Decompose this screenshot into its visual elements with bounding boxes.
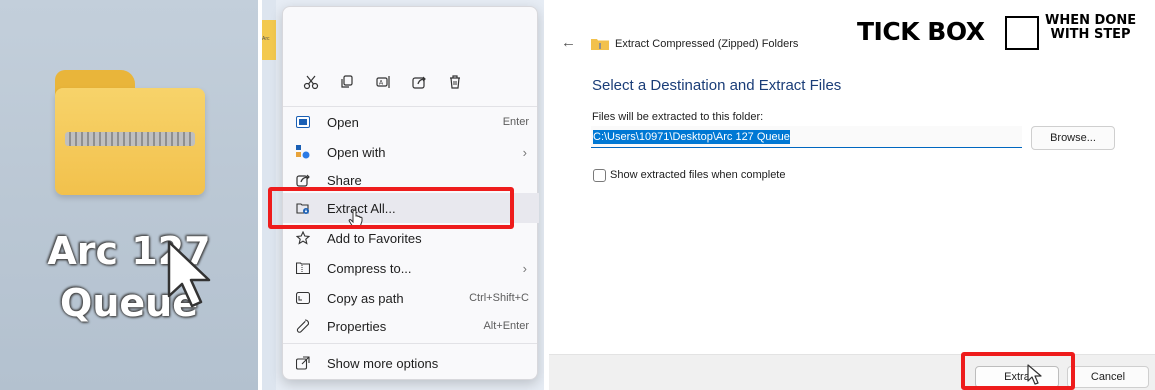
tick-box-instruction-line2: WITH STEP: [1050, 27, 1131, 42]
compress-icon: [291, 259, 315, 277]
menu-item-label: Open: [327, 114, 359, 130]
quick-actions-bar: A: [293, 69, 473, 95]
menu-item-shortcut: Enter: [502, 116, 529, 128]
menu-item-properties[interactable]: Properties Alt+Enter: [283, 311, 539, 341]
extract-dialog-panel: ← Extract Compressed (Zipped) Folders TI…: [549, 0, 1155, 390]
open-with-icon: [291, 143, 315, 161]
rename-icon[interactable]: A: [365, 69, 401, 95]
menu-item-shortcut: Alt+Enter: [483, 320, 529, 332]
menu-item-label: Properties: [327, 318, 387, 334]
zip-folder-small-icon: [591, 39, 609, 50]
menu-item-open-with[interactable]: Open with ›: [283, 137, 539, 167]
show-files-checkbox-label: Show extracted files when complete: [610, 169, 786, 181]
destination-path-value: C:\Users\10971\Desktop\Arc 127 Queue: [593, 129, 790, 144]
destination-label: Files will be extracted to this folder:: [592, 111, 764, 123]
menu-item-show-more-options[interactable]: Show more options: [283, 348, 539, 378]
menu-item-label: Copy as path: [327, 290, 404, 306]
dialog-title: Extract Compressed (Zipped) Folders: [615, 38, 799, 50]
desktop-icon-label-line2: Queue: [60, 281, 198, 325]
back-arrow-icon[interactable]: ←: [561, 34, 576, 51]
dialog-heading: Select a Destination and Extract Files: [592, 77, 842, 94]
menu-item-compress-to[interactable]: Compress to... ›: [283, 253, 539, 283]
tick-box-instruction-line1: WHEN DONE: [1045, 13, 1137, 28]
tick-box-instruction: WHEN DONE WITH STEP: [1045, 14, 1136, 42]
extract-all-highlight: [268, 187, 514, 229]
delete-icon[interactable]: [437, 69, 473, 95]
tutorial-screenshot: Arc 127 Queue Arc A Open Enter Open with…: [0, 0, 1155, 390]
more-options-icon: [291, 354, 315, 372]
share-icon[interactable]: [401, 69, 437, 95]
menu-item-copy-as-path[interactable]: Copy as path Ctrl+Shift+C: [283, 283, 539, 313]
menu-item-open[interactable]: Open Enter: [283, 107, 539, 137]
menu-item-shortcut: Ctrl+Shift+C: [469, 292, 529, 304]
properties-icon: [291, 317, 315, 335]
menu-item-label: Compress to...: [327, 260, 412, 276]
zip-folder-icon[interactable]: [55, 70, 205, 195]
menu-separator: [283, 343, 537, 344]
menu-item-label: Open with: [327, 144, 386, 160]
star-icon: [291, 229, 315, 247]
extract-button-highlight: [961, 352, 1075, 390]
destination-path-input[interactable]: C:\Users\10971\Desktop\Arc 127 Queue: [591, 126, 1022, 148]
copy-icon[interactable]: [329, 69, 365, 95]
folder-thumbnail-label: Arc: [262, 36, 270, 42]
menu-item-label: Share: [327, 172, 362, 188]
submenu-arrow-icon: ›: [522, 260, 527, 276]
menu-item-label: Add to Favorites: [327, 230, 422, 246]
submenu-arrow-icon: ›: [522, 144, 527, 160]
show-files-checkbox[interactable]: [593, 169, 606, 182]
menu-item-label: Show more options: [327, 355, 439, 371]
tick-box-label: TICK BOX: [857, 17, 985, 46]
tick-box-checkbox[interactable]: [1005, 16, 1039, 50]
cut-icon[interactable]: [293, 69, 329, 95]
desktop-panel: Arc 127 Queue: [0, 0, 258, 390]
desktop-icon-label-line1: Arc 127: [47, 229, 211, 273]
cancel-button[interactable]: Cancel: [1067, 366, 1149, 388]
copy-path-icon: [291, 289, 315, 307]
open-icon: [291, 113, 315, 131]
mouse-cursor-icon: [1027, 364, 1042, 385]
browse-button[interactable]: Browse...: [1031, 126, 1115, 150]
desktop-icon-label[interactable]: Arc 127 Queue: [0, 225, 258, 329]
mouse-cursor-icon: [167, 240, 211, 308]
